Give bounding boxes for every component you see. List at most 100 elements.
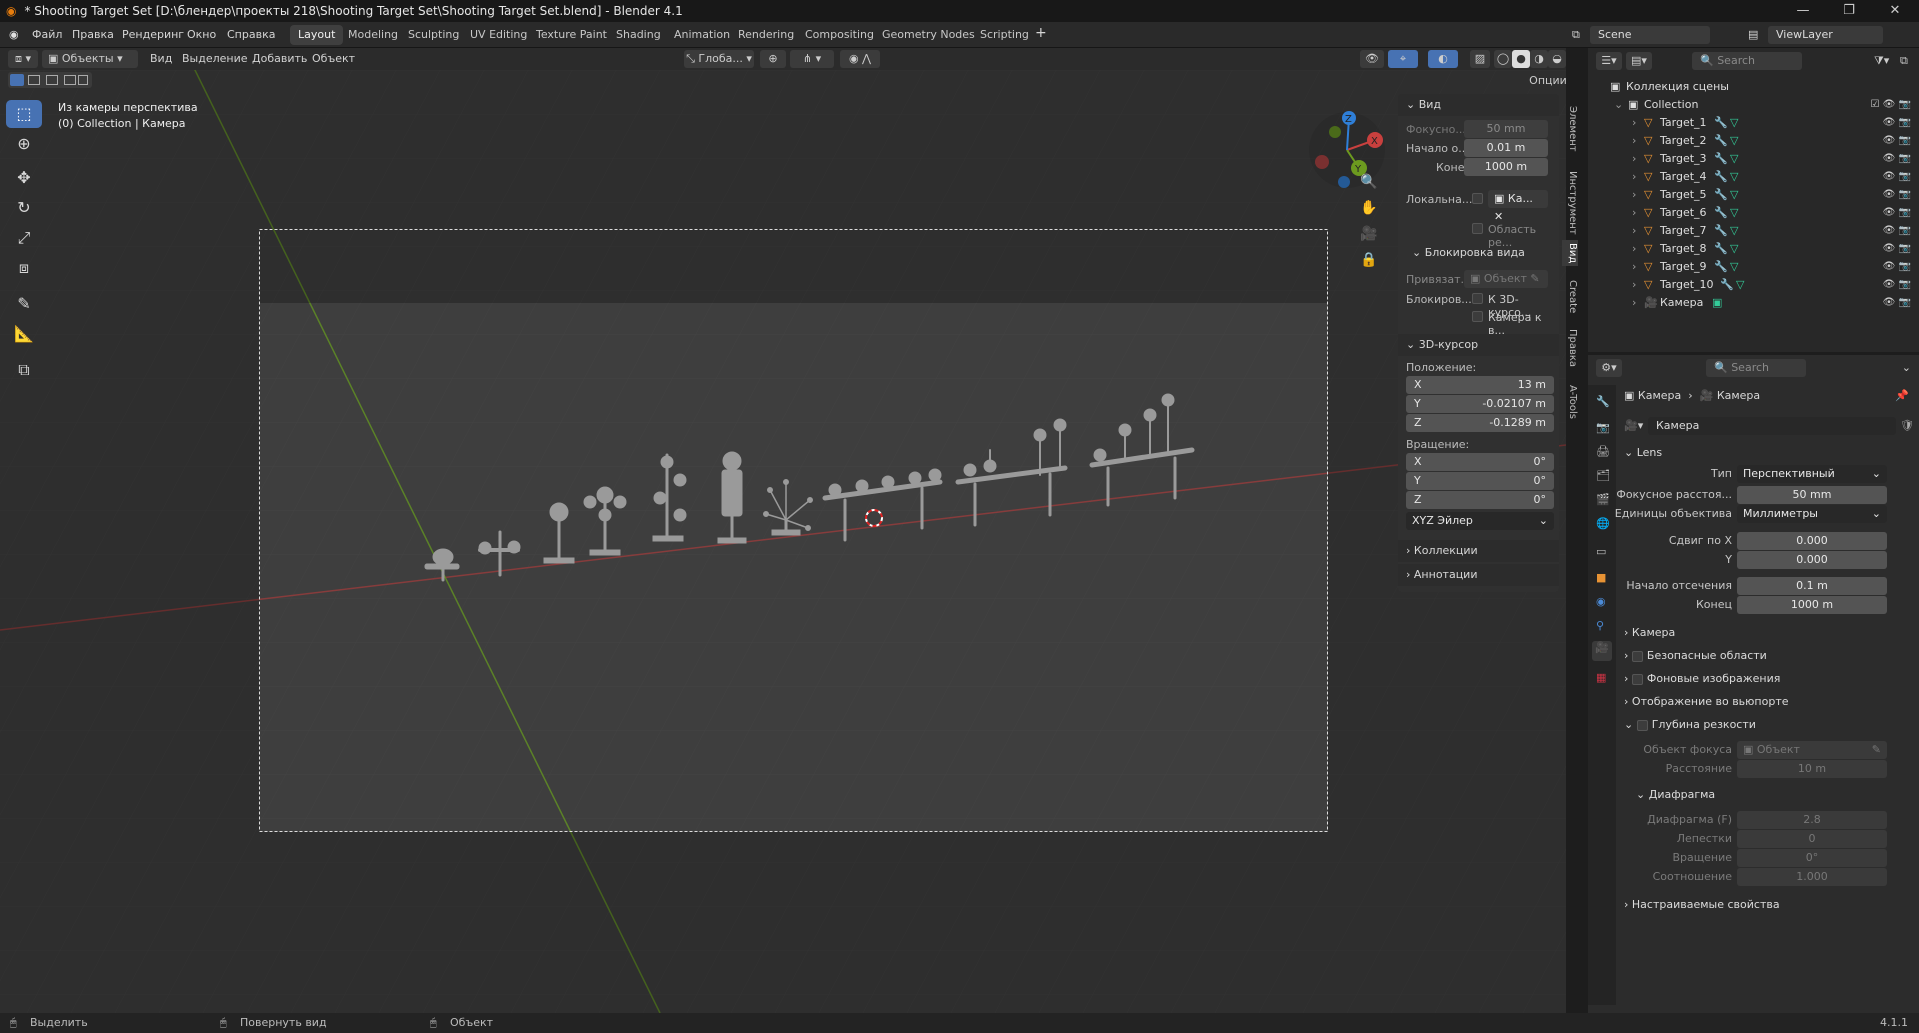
options-button[interactable]: Опции: [1522, 72, 1566, 90]
modifier-icon[interactable]: 🔧: [1714, 150, 1728, 168]
camera-to-view-checkbox[interactable]: [1472, 311, 1483, 322]
tab-create[interactable]: Create: [1562, 276, 1578, 318]
shading-material-icon[interactable]: ◑: [1530, 50, 1548, 68]
lens-type-dropdown[interactable]: Перспективный ⌄: [1737, 465, 1887, 483]
blades-field[interactable]: 0: [1737, 830, 1887, 848]
focal-length-field[interactable]: 50 mm: [1737, 486, 1887, 504]
view-section-header[interactable]: ⌄ Вид: [1398, 94, 1559, 116]
background-images-panel-header[interactable]: › Фоновые изображения: [1624, 669, 1914, 689]
modifier-icon[interactable]: 🔧: [1714, 222, 1728, 240]
outliner-item[interactable]: › ▽ Target_7 🔧 ▽ 👁 📷: [1588, 222, 1919, 240]
collection-tab-icon[interactable]: ▭: [1596, 545, 1606, 558]
tab-rendering[interactable]: Rendering: [730, 25, 802, 45]
outliner-editor-type[interactable]: ☰▾: [1596, 52, 1622, 70]
aperture-ratio-field[interactable]: 1.000: [1737, 868, 1887, 886]
constraints-tab-icon[interactable]: ⚲: [1596, 619, 1604, 632]
texture-tab-icon[interactable]: ▦: [1596, 671, 1606, 684]
dof-panel-header[interactable]: ⌄ Глубина резкости: [1624, 715, 1914, 735]
transform-tool-icon[interactable]: ⧈: [6, 254, 42, 282]
menu-edit[interactable]: Правка: [72, 28, 114, 41]
menu-add[interactable]: Добавить: [252, 52, 307, 65]
tab-compositing[interactable]: Compositing: [797, 25, 882, 45]
modifier-icon[interactable]: 🔧: [1714, 114, 1728, 132]
lock-to-object-field[interactable]: ▣ Объект ✎: [1464, 270, 1548, 288]
overlay-toggle-icon[interactable]: ◐: [1428, 50, 1458, 68]
scene-collection-row[interactable]: ▣ Коллекция сцены: [1588, 78, 1919, 96]
visibility-toggles[interactable]: 👁 📷: [1883, 168, 1911, 186]
shift-x-field[interactable]: 0.000: [1737, 532, 1887, 550]
editor-type-button[interactable]: ⧈ ▾: [8, 50, 38, 68]
mode-selector[interactable]: ▣ Объекты ▾: [42, 50, 138, 68]
cursor-y-field[interactable]: Y -0.02107 m: [1406, 395, 1554, 413]
physics-tab-icon[interactable]: ◉: [1596, 595, 1606, 608]
rotation-mode-dropdown[interactable]: XYZ Эйлер ⌄: [1406, 512, 1554, 530]
new-collection-icon[interactable]: ⧉: [1900, 54, 1908, 68]
lock-to-cursor-checkbox[interactable]: [1472, 293, 1483, 304]
gizmo-toggle-icon[interactable]: ⌖: [1388, 50, 1418, 68]
cursor-tool-icon[interactable]: ⊕: [6, 130, 42, 158]
outliner-item[interactable]: › 🎥 Камера ▣ 👁 📷: [1588, 294, 1919, 312]
mesh-data-icon[interactable]: ▽: [1730, 168, 1738, 186]
rotation-z-field[interactable]: Z 0°: [1406, 491, 1554, 509]
modifier-icon[interactable]: 🔧: [1714, 258, 1728, 276]
properties-options-icon[interactable]: ⌄: [1902, 361, 1911, 374]
camera-panel-header[interactable]: › Камера: [1624, 623, 1914, 643]
tab-texture-paint[interactable]: Texture Paint: [528, 25, 615, 45]
close-icon[interactable]: ✕: [1872, 0, 1918, 22]
scene-icon[interactable]: ⧉: [1572, 28, 1580, 42]
shading-rendered-icon[interactable]: ◒: [1548, 50, 1566, 68]
tab-animation[interactable]: Animation: [666, 25, 738, 45]
tab-tool[interactable]: Инструмент: [1562, 164, 1578, 242]
blender-menu-icon[interactable]: ◉: [9, 28, 19, 41]
rotation-x-field[interactable]: X 0°: [1406, 453, 1554, 471]
pin-icon[interactable]: 📌: [1895, 389, 1909, 402]
camera-datablock-name[interactable]: Камера: [1648, 417, 1896, 435]
mesh-data-icon[interactable]: ▽: [1736, 276, 1744, 294]
outliner-item[interactable]: › ▽ Target_5 🔧 ▽ 👁 📷: [1588, 186, 1919, 204]
mesh-data-icon[interactable]: ▽: [1730, 132, 1738, 150]
menu-file[interactable]: Файл: [32, 28, 62, 41]
lock-camera-icon[interactable]: 🔒: [1356, 248, 1382, 272]
outliner-item[interactable]: › ▽ Target_1 🔧 ▽ 👁 📷: [1588, 114, 1919, 132]
camera-data-icon[interactable]: ▣: [1712, 294, 1722, 312]
menu-window[interactable]: Окно: [187, 28, 216, 41]
select-extend-icon[interactable]: [28, 75, 40, 85]
tab-layout[interactable]: Layout: [290, 25, 344, 45]
mesh-data-icon[interactable]: ▽: [1730, 222, 1738, 240]
rotate-tool-icon[interactable]: ↻: [6, 194, 42, 222]
modifier-icon[interactable]: 🔧: [1714, 168, 1728, 186]
visibility-toggles[interactable]: 👁 📷: [1883, 222, 1911, 240]
outliner-item[interactable]: › ▽ Target_10 🔧 ▽ 👁 📷: [1588, 276, 1919, 294]
zoom-icon[interactable]: 🔍: [1356, 170, 1382, 194]
render-region-checkbox[interactable]: [1472, 223, 1483, 234]
scale-tool-icon[interactable]: ⤢: [6, 224, 42, 252]
annotate-tool-icon[interactable]: ✎: [6, 290, 42, 318]
viewlayer-selector[interactable]: ViewLayer: [1768, 26, 1883, 44]
3d-viewport[interactable]: X Y Z Из камеры перспектива (0) Collecti…: [0, 70, 1566, 1013]
render-tab-icon[interactable]: 📷: [1596, 421, 1610, 434]
visibility-toggles[interactable]: 👁 📷: [1883, 150, 1911, 168]
visibility-toggles[interactable]: 👁 📷: [1883, 276, 1911, 294]
outliner-item[interactable]: › ▽ Target_9 🔧 ▽ 👁 📷: [1588, 258, 1919, 276]
clip-start-field[interactable]: 0.1 m: [1737, 577, 1887, 595]
menu-help[interactable]: Справка: [227, 28, 275, 41]
focus-distance-field[interactable]: 10 m: [1737, 760, 1887, 778]
visibility-icon[interactable]: 👁: [1360, 50, 1384, 68]
filter-icon[interactable]: ⧩▾: [1874, 54, 1889, 68]
outliner-display-mode[interactable]: ▤▾: [1626, 52, 1652, 70]
view-lock-header[interactable]: ⌄ Блокировка вида: [1412, 246, 1525, 259]
outliner-item[interactable]: › ▽ Target_2 🔧 ▽ 👁 📷: [1588, 132, 1919, 150]
mesh-data-icon[interactable]: ▽: [1730, 258, 1738, 276]
aperture-rotation-field[interactable]: 0°: [1737, 849, 1887, 867]
properties-search[interactable]: 🔍 Search: [1706, 359, 1806, 377]
shift-y-field[interactable]: 0.000: [1737, 551, 1887, 569]
viewlayer-icon[interactable]: ▤: [1748, 28, 1758, 41]
tab-modeling[interactable]: Modeling: [340, 25, 406, 45]
select-subtract-icon[interactable]: [46, 75, 58, 85]
tab-shading[interactable]: Shading: [608, 25, 669, 45]
visibility-toggles[interactable]: 👁 📷: [1883, 294, 1911, 312]
move-tool-icon[interactable]: ✥: [6, 164, 42, 192]
modifier-icon[interactable]: 🔧: [1714, 132, 1728, 150]
clip-end-field[interactable]: 1000 m: [1464, 158, 1548, 176]
tab-item[interactable]: Элемент: [1562, 100, 1578, 158]
